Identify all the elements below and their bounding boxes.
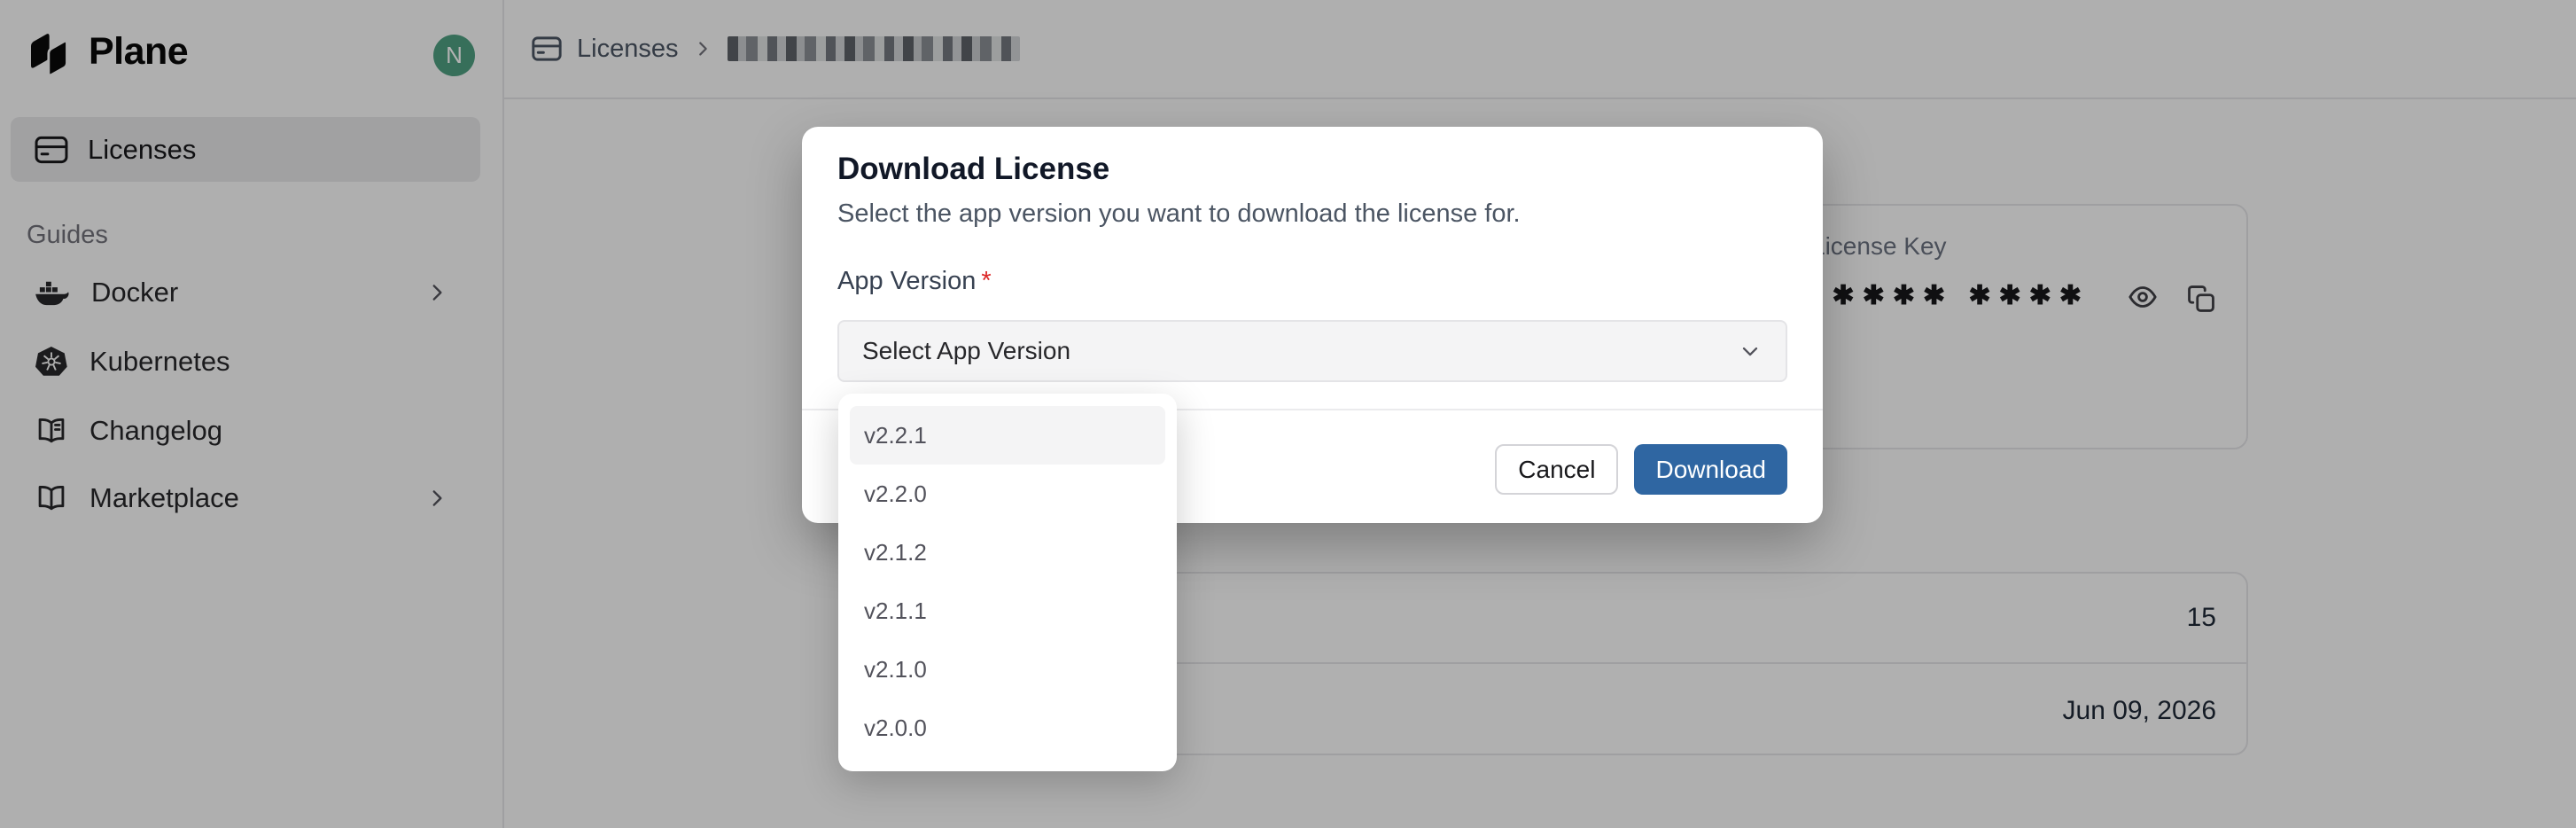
dropdown-option-v2-0-0[interactable]: v2.0.0: [850, 699, 1165, 757]
dropdown-option-v2-2-1[interactable]: v2.2.1: [850, 406, 1165, 465]
required-asterisk: *: [981, 267, 991, 295]
select-placeholder: Select App Version: [862, 337, 1070, 365]
download-button[interactable]: Download: [1634, 444, 1787, 495]
field-label-text: App Version: [837, 267, 976, 295]
modal-footer: Cancel Download: [1495, 444, 1787, 495]
dropdown-option-v2-1-1[interactable]: v2.1.1: [850, 582, 1165, 640]
modal-title: Download License: [837, 152, 1109, 187]
dropdown-option-v2-1-0[interactable]: v2.1.0: [850, 640, 1165, 699]
app-window: Licenses Plane N: [0, 0, 2576, 828]
chevron-down-icon: [1738, 339, 1763, 363]
cancel-button[interactable]: Cancel: [1495, 444, 1618, 495]
app-version-label: App Version*: [837, 267, 992, 296]
app-version-select[interactable]: Select App Version: [837, 320, 1787, 382]
modal-subtitle: Select the app version you want to downl…: [837, 199, 1521, 229]
dropdown-option-v2-1-2[interactable]: v2.1.2: [850, 523, 1165, 582]
dropdown-option-v2-2-0[interactable]: v2.2.0: [850, 465, 1165, 523]
app-version-dropdown: v2.2.1 v2.2.0 v2.1.2 v2.1.1 v2.1.0 v2.0.…: [838, 394, 1177, 771]
